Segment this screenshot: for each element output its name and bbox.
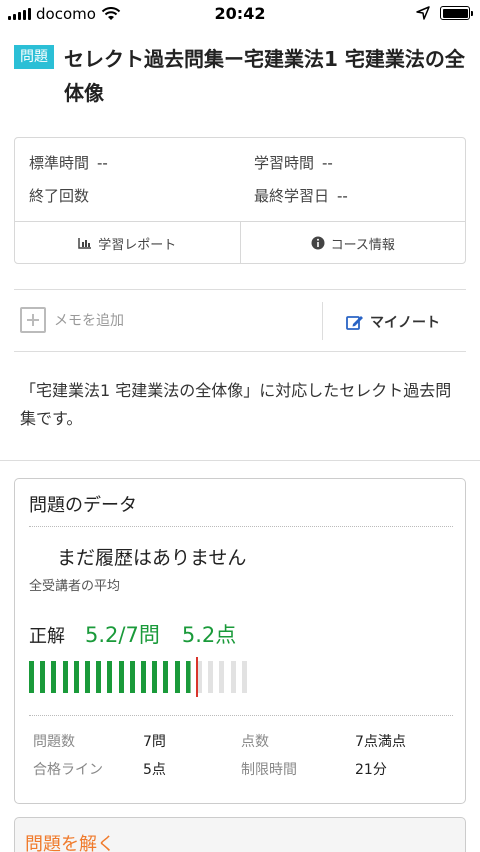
stat-questions-value: 7問: [143, 731, 166, 751]
last-study-date-label: 最終学習日: [254, 187, 330, 205]
data-card-title: 問題のデータ: [29, 495, 137, 516]
stat-pass-line-label: 合格ライン: [33, 762, 103, 778]
progress-segment: [129, 661, 135, 693]
course-info-button[interactable]: コース情報: [239, 222, 466, 264]
location-arrow-icon: [416, 6, 430, 20]
clock: 20:42: [214, 4, 266, 23]
stat-questions: 問題数: [33, 731, 75, 751]
stat-time-limit: 制限時間: [241, 759, 297, 779]
progress-segment: [163, 661, 169, 693]
add-memo-label: メモを追加: [54, 313, 124, 329]
solve-problems-link[interactable]: 問題を解く: [25, 830, 115, 852]
points-value: 5.2点: [181, 623, 237, 647]
study-time-value: --: [322, 154, 333, 172]
dotted-divider: [29, 526, 453, 527]
progress-segment: [174, 661, 180, 693]
memo-divider: [322, 302, 323, 340]
progress-segment: [230, 661, 236, 693]
battery-icon: [440, 6, 473, 20]
standard-time: 標準時間 --: [29, 152, 108, 173]
progress-segment: [73, 661, 79, 693]
question-badge: 問題: [14, 45, 54, 69]
average-label: 全受講者の平均: [29, 579, 121, 594]
progress-segment: [152, 661, 158, 693]
progress-segment: [29, 661, 34, 693]
plus-box-icon: [20, 307, 46, 333]
solve-section: 問題を解く: [14, 817, 466, 852]
info-circle-icon: [311, 236, 325, 250]
stat-pass-line: 合格ライン: [33, 759, 103, 779]
last-study-date-value: --: [337, 187, 348, 205]
stat-points-value-text: 7点満点: [355, 734, 406, 750]
add-memo-button[interactable]: メモを追加: [20, 307, 124, 333]
no-history-message: まだ履歴はありません: [57, 547, 247, 569]
my-note-label: マイノート: [370, 315, 440, 331]
stat-time-limit-label: 制限時間: [241, 762, 297, 778]
progress-segment: [107, 661, 113, 693]
study-time-label: 学習時間: [254, 154, 315, 172]
stat-time-limit-value-text: 21分: [355, 762, 387, 778]
average-marker: [196, 657, 199, 697]
progress-segment: [40, 661, 46, 693]
memo-row: メモを追加 マイノート: [14, 289, 466, 352]
standard-time-label: 標準時間: [29, 154, 90, 172]
stat-pass-line-value: 5点: [143, 759, 166, 779]
stat-questions-label: 問題数: [33, 734, 75, 750]
last-study-date: 最終学習日 --: [254, 185, 348, 206]
course-description: 「宅建業法1 宅建業法の全体像」に対応したセレクト過去問集です。: [20, 381, 452, 428]
stat-questions-value-text: 7問: [143, 734, 166, 750]
score-row: 正解 5.2/7問 5.2点: [29, 619, 236, 649]
status-bar: docomo 20:42: [0, 0, 480, 28]
course-info-label: コース情報: [330, 237, 395, 253]
study-info-card: 標準時間 -- 学習時間 -- 終了回数 最終学習日 -- 学習レポート コース情報: [14, 137, 466, 264]
completed-count: 終了回数: [29, 185, 97, 206]
page-title: セレクト過去問集ー宅建業法1 宅建業法の全体像: [64, 47, 465, 105]
progress-segment: [118, 661, 124, 693]
score-progress-bar: [29, 657, 259, 697]
stat-points-value: 7点満点: [355, 731, 406, 751]
progress-segment: [241, 661, 247, 693]
progress-segment: [62, 661, 68, 693]
correct-value: 5.2/7問: [85, 623, 160, 647]
info-buttons: 学習レポート コース情報: [15, 221, 465, 264]
question-data-card: 問題のデータ まだ履歴はありません 全受講者の平均 正解 5.2/7問 5.2点…: [14, 478, 466, 804]
section-divider: [0, 460, 480, 461]
dotted-divider: [29, 715, 453, 716]
stat-time-limit-value: 21分: [355, 759, 387, 779]
standard-time-value: --: [97, 154, 108, 172]
page-header: 問題 セレクト過去問集ー宅建業法1 宅建業法の全体像: [14, 42, 470, 110]
study-time: 学習時間 --: [254, 152, 333, 173]
edit-icon: [346, 316, 363, 330]
status-right: [416, 6, 473, 20]
bar-chart-icon: [78, 238, 92, 249]
study-report-button[interactable]: 学習レポート: [15, 222, 240, 264]
correct-label: 正解: [29, 626, 65, 647]
study-report-label: 学習レポート: [98, 237, 177, 253]
progress-segment: [208, 661, 214, 693]
stat-points-label: 点数: [241, 734, 269, 750]
stat-pass-line-value-text: 5点: [143, 762, 166, 778]
stat-points: 点数: [241, 731, 269, 751]
progress-segment: [185, 661, 191, 693]
progress-segment: [51, 661, 57, 693]
progress-segment: [85, 661, 90, 693]
my-note-button[interactable]: マイノート: [346, 312, 440, 332]
progress-segment: [141, 661, 146, 693]
progress-segment: [219, 661, 225, 693]
completed-count-label: 終了回数: [29, 187, 90, 205]
progress-segment: [96, 661, 102, 693]
